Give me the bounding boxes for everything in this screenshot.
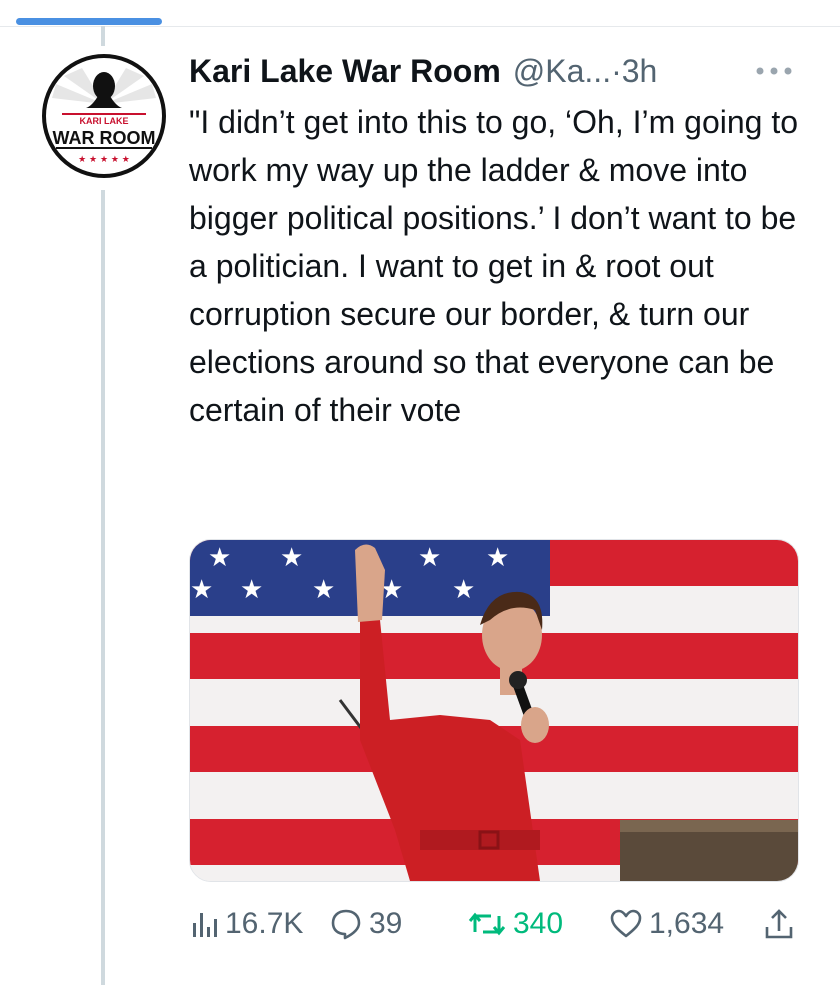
bar-chart-icon <box>193 913 217 937</box>
heart-icon <box>610 909 642 938</box>
top-divider <box>0 26 840 27</box>
thread-line-top <box>101 26 105 46</box>
svg-text:★: ★ <box>190 575 213 605</box>
svg-text:★: ★ <box>312 575 335 605</box>
avatar-main-text: WAR ROOM <box>53 128 156 148</box>
more-dots-icon <box>756 67 792 75</box>
share-upload-icon <box>765 909 793 939</box>
retweet-arrows-icon <box>468 912 506 936</box>
svg-text:★: ★ <box>208 543 231 573</box>
timestamp[interactable]: 3h <box>622 53 658 90</box>
photo-woman-speaking-flag: ★ ★ ★ ★ ★ ★ ★ ★ ★ <box>190 540 798 881</box>
tweet-action-bar: 16.7K 39 340 1,634 <box>189 902 799 946</box>
top-progress-indicator <box>16 18 162 25</box>
thread-line <box>101 190 105 985</box>
more-options-button[interactable] <box>752 56 796 86</box>
tweet-photo[interactable]: ★ ★ ★ ★ ★ ★ ★ ★ ★ <box>189 539 799 882</box>
share-button[interactable] <box>763 902 795 946</box>
svg-text:★: ★ <box>240 575 263 605</box>
views-count: 16.7K <box>225 907 304 940</box>
svg-text:★: ★ <box>452 575 475 605</box>
speech-bubble-icon <box>331 909 361 940</box>
handle[interactable]: @Ka... <box>513 53 611 90</box>
time-separator: · <box>611 52 622 89</box>
reply-button[interactable]: 39 <box>329 902 402 946</box>
avatar[interactable]: KARI LAKE WAR ROOM ★ ★ ★ ★ ★ <box>42 54 166 178</box>
svg-text:★: ★ <box>486 543 509 573</box>
war-room-logo: KARI LAKE WAR ROOM ★ ★ ★ ★ ★ <box>42 54 166 178</box>
like-count: 1,634 <box>649 907 725 940</box>
svg-text:★: ★ <box>418 543 441 573</box>
retweet-button[interactable]: 340 <box>467 902 563 946</box>
like-button[interactable]: 1,634 <box>609 902 724 946</box>
svg-text:★: ★ <box>280 543 303 573</box>
reply-count: 39 <box>369 907 403 940</box>
tweet-header: Kari Lake War Room @Ka... · 3h <box>189 52 799 90</box>
display-name[interactable]: Kari Lake War Room <box>189 53 501 90</box>
views-button[interactable]: 16.7K <box>189 902 303 946</box>
avatar-top-text: KARI LAKE <box>80 116 129 126</box>
tweet-text: "I didn’t get into this to go, ‘Oh, I’m … <box>189 104 807 428</box>
avatar-stars: ★ ★ ★ ★ ★ <box>78 155 130 165</box>
retweet-count: 340 <box>513 907 564 940</box>
